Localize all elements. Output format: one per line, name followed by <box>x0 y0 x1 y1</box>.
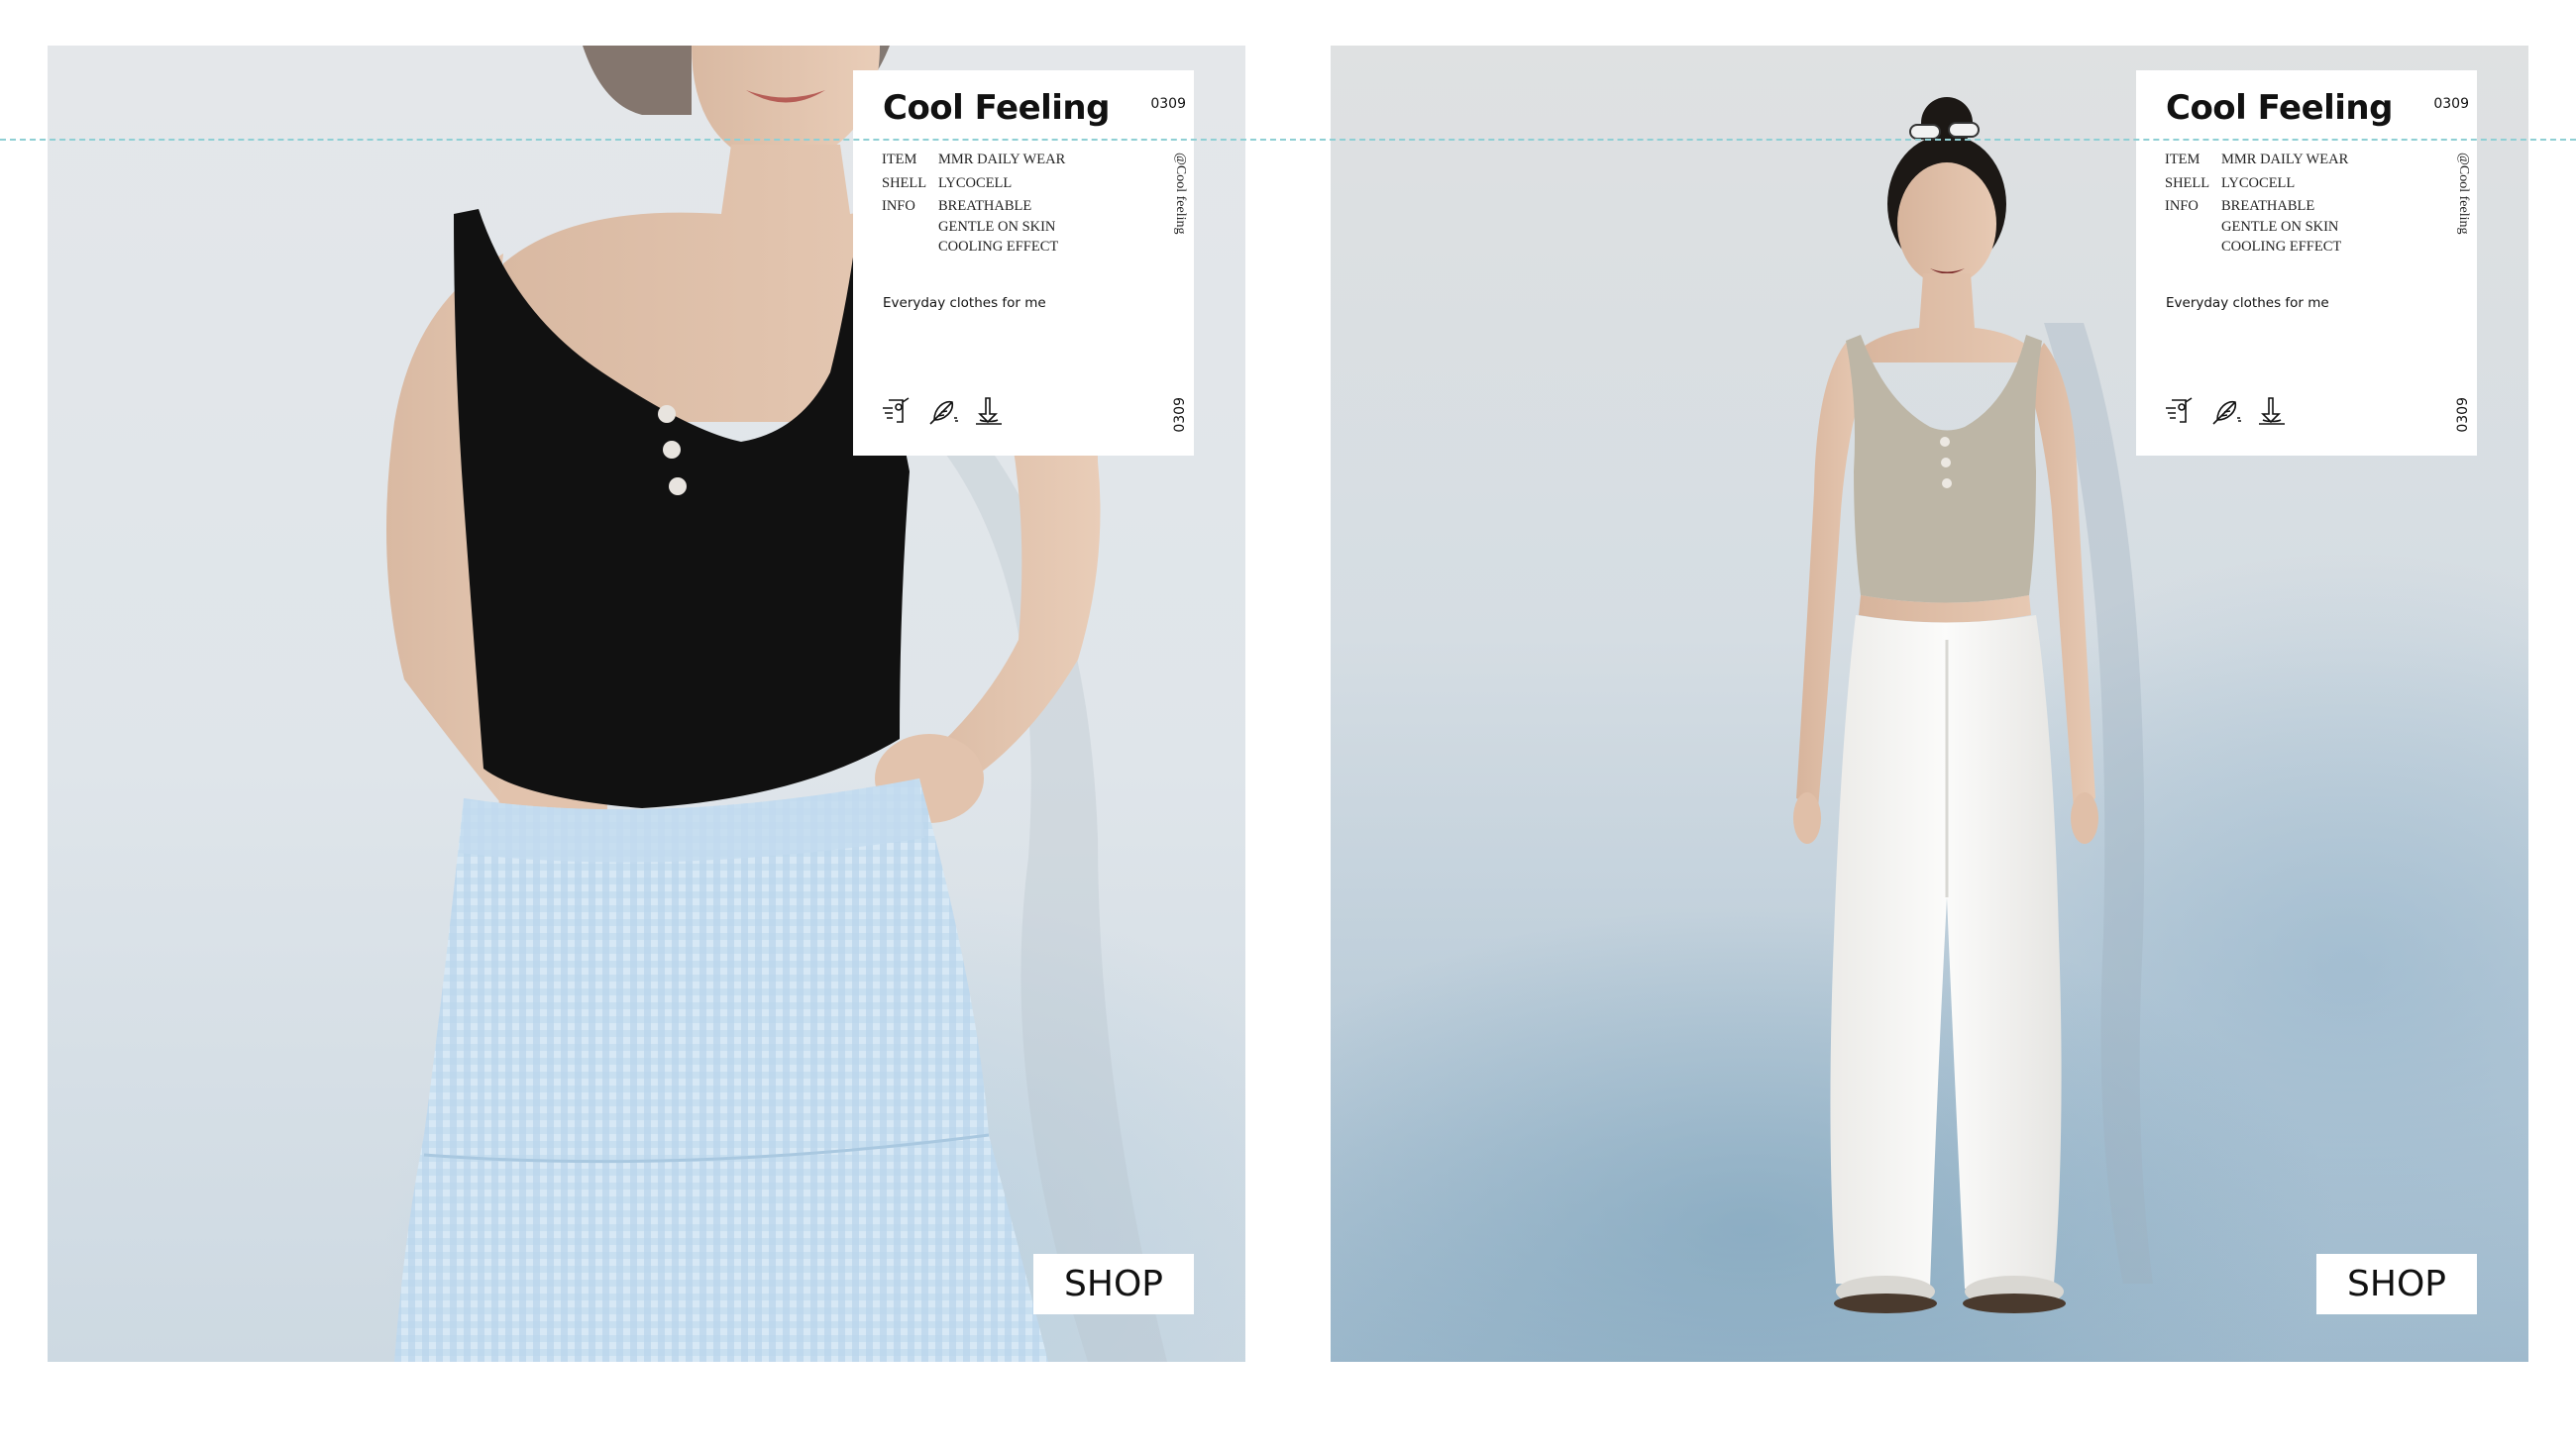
feather-icon <box>926 394 960 428</box>
spec-value: BREATHABLE <box>2221 198 2315 214</box>
spec-row-shell: SHELL LYCOCELL <box>882 173 1065 194</box>
spec-value: BREATHABLE <box>938 198 1032 214</box>
spec-value: MMR DAILY WEAR <box>938 152 1066 167</box>
shop-button[interactable]: SHOP <box>1033 1254 1194 1314</box>
spec-value: GENTLE ON SKIN <box>938 218 1056 235</box>
spec-list: ITEM MMR DAILY WEAR SHELL LYCOCELL INFO … <box>882 150 1065 258</box>
card-code-vertical: 0309 <box>1172 397 1188 433</box>
card-handle: @Cool feeling <box>2456 153 2471 235</box>
card-title: Cool Feeling <box>883 88 1110 128</box>
spec-key: ITEM <box>882 152 917 167</box>
feature-icons <box>881 394 1006 428</box>
spec-value: COOLING EFFECT <box>938 239 1059 255</box>
feather-icon <box>2209 394 2243 428</box>
washing-hand-icon <box>2255 394 2289 428</box>
washing-hand-icon <box>972 394 1006 428</box>
card-code: 0309 <box>1150 96 1186 112</box>
spec-value: LYCOCELL <box>2221 174 2296 191</box>
card-code-vertical: 0309 <box>2455 397 2471 433</box>
spec-value: MMR DAILY WEAR <box>2221 152 2349 167</box>
product-info-card: Cool Feeling 0309 ITEM MMR DAILY WEAR SH… <box>853 70 1194 456</box>
spec-key: INFO <box>882 198 915 214</box>
product-info-card: Cool Feeling 0309 ITEM MMR DAILY WEAR SH… <box>2136 70 2477 456</box>
card-code: 0309 <box>2433 96 2469 112</box>
feature-icons <box>2164 394 2289 428</box>
card-title: Cool Feeling <box>2166 88 2393 128</box>
cooling-fan-icon <box>2164 394 2198 428</box>
layout-guide-line <box>0 139 2576 141</box>
spec-key: ITEM <box>2165 152 2200 167</box>
spec-row-info: INFO BREATHABLE GENTLE ON SKIN COOLING E… <box>882 196 1065 258</box>
spec-list: ITEM MMR DAILY WEAR SHELL LYCOCELL INFO … <box>2165 150 2348 258</box>
card-tagline: Everyday clothes for me <box>883 295 1046 311</box>
spec-value: GENTLE ON SKIN <box>2221 218 2339 235</box>
spec-row-info: INFO BREATHABLE GENTLE ON SKIN COOLING E… <box>2165 196 2348 258</box>
spec-key: SHELL <box>2165 174 2210 191</box>
spec-value: COOLING EFFECT <box>2221 239 2342 255</box>
product-panel-left[interactable]: Cool Feeling 0309 ITEM MMR DAILY WEAR SH… <box>48 46 1245 1362</box>
spec-key: INFO <box>2165 198 2199 214</box>
spec-value: LYCOCELL <box>938 174 1013 191</box>
product-panel-right[interactable]: Cool Feeling 0309 ITEM MMR DAILY WEAR SH… <box>1331 46 2528 1362</box>
spec-key: SHELL <box>882 174 927 191</box>
cooling-fan-icon <box>881 394 914 428</box>
spec-row-shell: SHELL LYCOCELL <box>2165 173 2348 194</box>
spec-row-item: ITEM MMR DAILY WEAR <box>882 150 1065 170</box>
card-handle: @Cool feeling <box>1173 153 1188 235</box>
card-tagline: Everyday clothes for me <box>2166 295 2329 311</box>
shop-button[interactable]: SHOP <box>2316 1254 2477 1314</box>
spec-row-item: ITEM MMR DAILY WEAR <box>2165 150 2348 170</box>
